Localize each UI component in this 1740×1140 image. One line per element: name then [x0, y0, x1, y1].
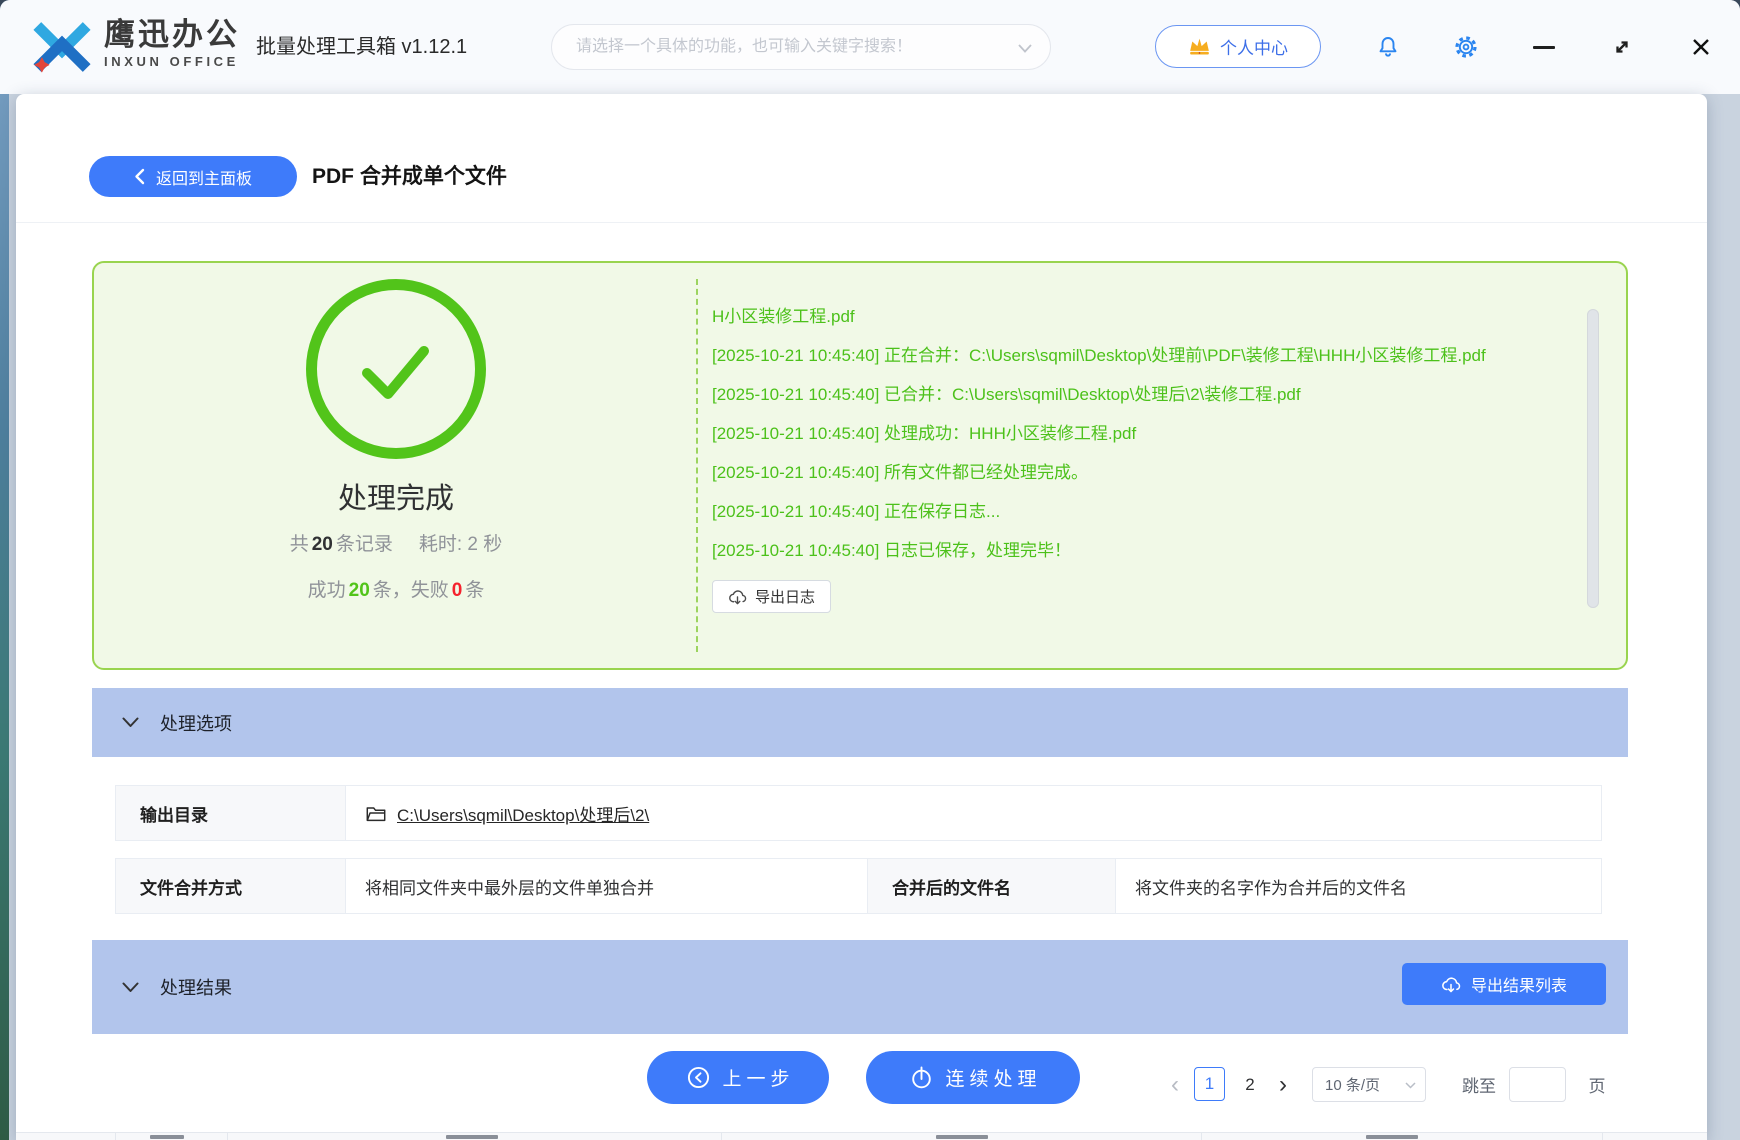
previous-step-button[interactable]: 上一步: [647, 1051, 829, 1104]
settings-gear-icon[interactable]: [1449, 30, 1483, 64]
process-log: H小区装修工程.pdf [2025-10-21 10:45:40] 正在合并：C…: [712, 297, 1584, 619]
desktop-edge: [0, 0, 9, 1140]
option-row-output-dir: 输出目录 C:\Users\sqmil\Desktop\处理后\2\: [115, 785, 1602, 841]
chevron-down-icon: [1018, 44, 1032, 53]
log-scrollbar[interactable]: [1587, 309, 1599, 608]
continue-process-label: 连续处理: [945, 1064, 1041, 1091]
notification-bell-icon[interactable]: [1371, 30, 1405, 64]
main-panel: 返回到主面板 PDF 合并成单个文件 处理完成 共20条记录耗时: 2 秒 成功…: [16, 94, 1707, 1140]
brand-name-en: INXUN OFFICE: [104, 53, 240, 71]
output-dir-link[interactable]: C:\Users\sqmil\Desktop\处理后\2\: [397, 801, 649, 826]
output-dir-label: 输出目录: [116, 786, 346, 840]
option-row-merge-mode: 文件合并方式 将相同文件夹中最外层的文件单独合并 合并后的文件名 将文件夹的名字…: [115, 858, 1602, 914]
chevron-down-icon: [1405, 1082, 1416, 1089]
search-input[interactable]: [552, 25, 1050, 69]
app-title: 批量处理工具箱 v1.12.1: [256, 0, 467, 94]
chevron-left-icon: [134, 168, 145, 185]
page-size-select[interactable]: 10 条/页: [1312, 1067, 1426, 1102]
process-result-panel: 处理完成 共20条记录耗时: 2 秒 成功20条，失败0条 H小区装修工程.pd…: [92, 261, 1628, 670]
folder-icon: [365, 804, 387, 823]
titlebar: 鹰迅办公 INXUN OFFICE 批量处理工具箱 v1.12.1 个人中心: [0, 0, 1740, 94]
pagination-next-button[interactable]: ›: [1270, 1067, 1296, 1102]
elapsed-time: 耗时: 2 秒: [419, 534, 502, 555]
total-count: 20: [309, 534, 336, 555]
close-button[interactable]: [1684, 30, 1718, 64]
cloud-download-icon: [728, 589, 747, 605]
section-header-options[interactable]: 处理选项: [92, 688, 1628, 757]
log-line: [2025-10-21 10:45:40] 日志已保存，处理完毕！: [712, 531, 1584, 570]
success-check-icon: [306, 279, 486, 459]
maximize-button[interactable]: [1605, 30, 1639, 64]
log-line: [2025-10-21 10:45:40] 处理成功：HHH小区装修工程.pdf: [712, 414, 1584, 453]
results-table-header-clipped: [16, 1132, 1707, 1140]
chevron-down-icon: [122, 982, 139, 993]
log-line: [2025-10-21 10:45:40] 已合并：C:\Users\sqmil…: [712, 375, 1584, 414]
page-title: PDF 合并成单个文件: [312, 156, 507, 197]
merge-mode-label: 文件合并方式: [116, 859, 346, 913]
log-line: [2025-10-21 10:45:40] 正在合并：C:\Users\sqmi…: [712, 336, 1584, 375]
export-result-list-label: 导出结果列表: [1471, 972, 1567, 996]
cloud-download-icon: [1441, 976, 1461, 993]
jump-to-label: 跳至: [1453, 1067, 1505, 1102]
brand-logo-icon: [30, 15, 94, 79]
page-size-value: 10 条/页: [1325, 1074, 1380, 1095]
log-line: H小区装修工程.pdf: [712, 297, 1584, 336]
log-line: [2025-10-21 10:45:40] 正在保存日志...: [712, 492, 1584, 531]
user-center-button[interactable]: 个人中心: [1155, 25, 1321, 68]
minimize-button[interactable]: [1527, 30, 1561, 64]
chevron-down-icon: [122, 717, 139, 728]
brand-name-cn: 鹰迅办公: [104, 17, 240, 53]
success-fail-stats: 成功20条，失败0条: [94, 575, 698, 602]
back-button-label: 返回到主面板: [156, 165, 252, 189]
pagination-page-2[interactable]: 2: [1236, 1067, 1264, 1102]
divider: [16, 222, 1707, 223]
section-header-results[interactable]: 处理结果 导出结果列表: [92, 940, 1628, 1034]
output-dir-value: C:\Users\sqmil\Desktop\处理后\2\: [346, 786, 1601, 840]
options-section-title: 处理选项: [160, 710, 232, 736]
app-window: 鹰迅办公 INXUN OFFICE 批量处理工具箱 v1.12.1 个人中心: [0, 0, 1740, 1140]
status-title: 处理完成: [94, 475, 698, 517]
function-search-select[interactable]: [551, 24, 1051, 70]
restart-process-icon: [909, 1065, 934, 1090]
log-line: [2025-10-21 10:45:40] 所有文件都已经处理完成。: [712, 453, 1584, 492]
user-center-label: 个人中心: [1220, 34, 1288, 59]
circle-left-icon: [686, 1065, 711, 1090]
export-log-button[interactable]: 导出日志: [712, 580, 831, 613]
previous-step-label: 上一步: [722, 1064, 794, 1091]
back-to-dashboard-button[interactable]: 返回到主面板: [89, 156, 297, 197]
success-count: 20: [346, 580, 373, 601]
record-stats: 共20条记录耗时: 2 秒: [94, 529, 698, 556]
pagination-page-1-current[interactable]: 1: [1194, 1067, 1225, 1101]
brand-text: 鹰迅办公 INXUN OFFICE: [104, 17, 240, 71]
results-section-title: 处理结果: [160, 974, 232, 1000]
merge-mode-value: 将相同文件夹中最外层的文件单独合并: [346, 859, 868, 913]
export-result-list-button[interactable]: 导出结果列表: [1402, 963, 1606, 1005]
merged-filename-label: 合并后的文件名: [868, 859, 1116, 913]
page-unit-label: 页: [1582, 1067, 1612, 1102]
jump-to-page-input[interactable]: [1509, 1067, 1566, 1102]
continue-process-button[interactable]: 连续处理: [866, 1051, 1080, 1104]
fail-count: 0: [449, 580, 466, 601]
export-log-label: 导出日志: [755, 586, 815, 607]
merged-filename-value: 将文件夹的名字作为合并后的文件名: [1116, 859, 1601, 913]
dashed-divider: [696, 279, 698, 652]
pagination-prev-button[interactable]: ‹: [1162, 1067, 1188, 1102]
result-summary: 处理完成 共20条记录耗时: 2 秒 成功20条，失败0条: [94, 263, 698, 668]
crown-icon: [1188, 37, 1211, 56]
